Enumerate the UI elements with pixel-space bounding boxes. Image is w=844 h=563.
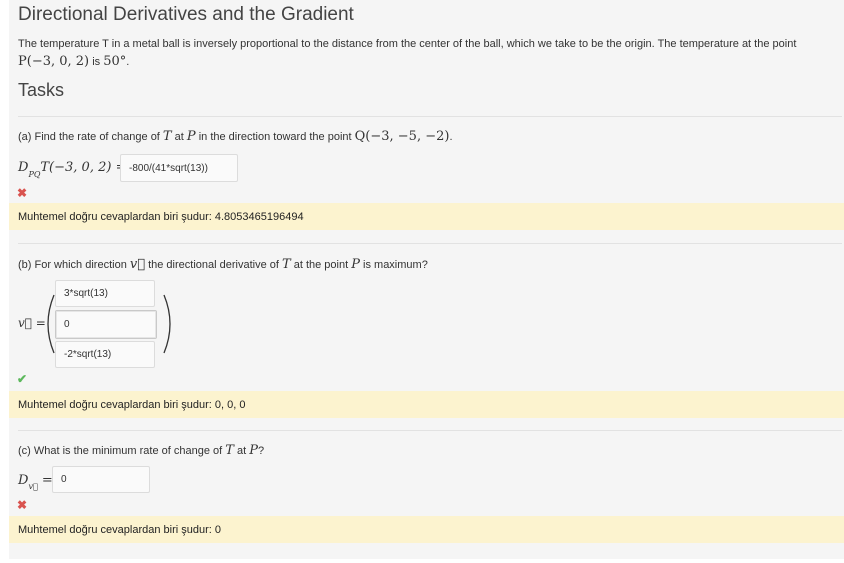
problem-statement: The temperature T in a metal ball is inv… bbox=[18, 36, 828, 71]
question-a-at: at bbox=[171, 131, 187, 143]
tasks-heading: Tasks bbox=[18, 80, 65, 100]
intro-temperature: 50° bbox=[103, 54, 127, 69]
var-T: T bbox=[282, 257, 291, 272]
question-a-dot: . bbox=[449, 131, 453, 143]
feedback-b: Muhtemel doğru cevaplardan biri şudur: 0… bbox=[9, 391, 844, 418]
lhs-subscript-v: v⃗ bbox=[28, 482, 38, 491]
lhs-rest: T(−3, 0, 2) = bbox=[40, 160, 127, 175]
lhs-D: D bbox=[18, 160, 29, 175]
vector-x-input[interactable]: 3*sqrt(13) bbox=[55, 280, 155, 307]
lhs-rest: = bbox=[37, 473, 53, 488]
var-T: T bbox=[225, 443, 234, 458]
question-b: (b) For which direction v⃗ the direction… bbox=[18, 257, 428, 272]
point-Q: Q(−3, −5, −2) bbox=[354, 129, 450, 144]
intro-text: The temperature T in a metal ball is inv… bbox=[18, 38, 797, 50]
question-b-end: is maximum? bbox=[359, 259, 428, 271]
intro-point: P(−3, 0, 2) bbox=[18, 54, 90, 69]
var-P: P bbox=[249, 443, 258, 458]
intro-is: is bbox=[89, 56, 104, 68]
question-c-end: ? bbox=[257, 445, 265, 457]
question-b-mid: the directional derivative of bbox=[145, 259, 282, 271]
var-T: T bbox=[162, 129, 172, 144]
var-P: P bbox=[186, 129, 196, 144]
lhs-D: D bbox=[18, 473, 29, 488]
question-a-text: (a) Find the rate of change of bbox=[18, 131, 163, 143]
incorrect-icon: ✖ bbox=[17, 186, 28, 200]
question-a-mid: in the direction toward the point bbox=[195, 131, 355, 143]
answer-a-input[interactable]: -800/(41*sqrt(13)) bbox=[120, 154, 238, 182]
question-a: (a) Find the rate of change of T at P in… bbox=[18, 129, 453, 144]
incorrect-icon: ✖ bbox=[17, 498, 28, 512]
divider bbox=[18, 116, 842, 117]
answer-a-label: DPQT(−3, 0, 2) = bbox=[18, 158, 127, 179]
right-paren-icon bbox=[163, 294, 171, 354]
vector-z-input[interactable]: -2*sqrt(13) bbox=[55, 341, 155, 368]
intro-end: . bbox=[126, 56, 130, 68]
question-c-at: at bbox=[233, 445, 250, 457]
divider bbox=[18, 430, 842, 431]
correct-icon: ✔ bbox=[17, 372, 28, 386]
answer-c-input[interactable]: 0 bbox=[52, 466, 150, 493]
question-c: (c) What is the minimum rate of change o… bbox=[18, 443, 264, 458]
page-title: Directional Derivatives and the Gradient bbox=[18, 4, 354, 25]
question-b-text: (b) For which direction bbox=[18, 259, 130, 271]
feedback-c: Muhtemel doğru cevaplardan biri şudur: 0 bbox=[9, 516, 844, 543]
var-P: P bbox=[351, 257, 360, 272]
var-v: v⃗ bbox=[129, 257, 146, 272]
feedback-a: Muhtemel doğru cevaplardan biri şudur: 4… bbox=[9, 203, 844, 230]
answer-c-label: Dv⃗ = bbox=[18, 471, 53, 491]
divider bbox=[18, 243, 842, 244]
question-b-at: at the point bbox=[290, 259, 352, 271]
question-c-text: (c) What is the minimum rate of change o… bbox=[18, 445, 226, 457]
vector-y-input[interactable]: 0 bbox=[55, 310, 157, 339]
lhs-subscript-PQ: PQ bbox=[28, 170, 41, 179]
